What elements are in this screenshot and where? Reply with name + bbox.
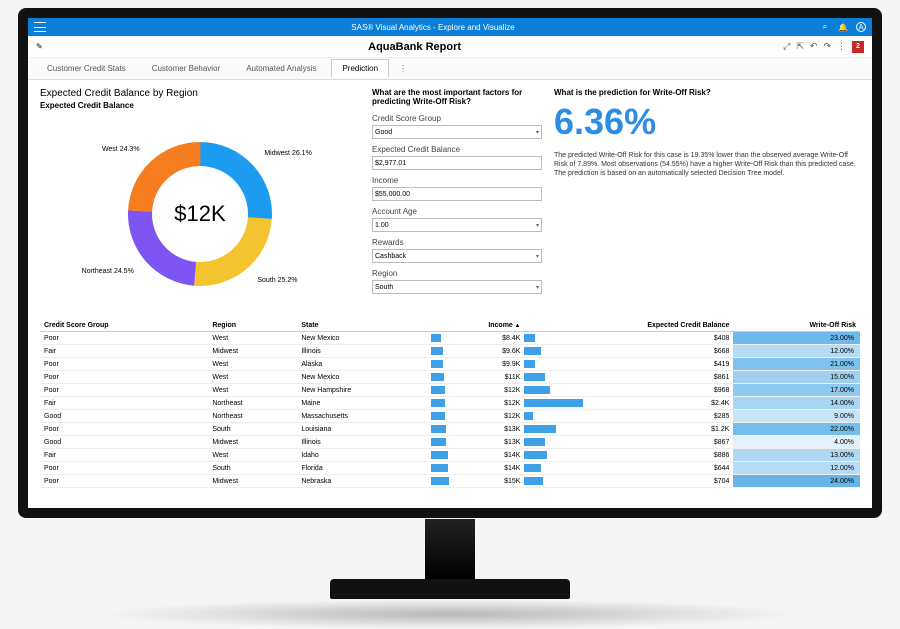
tab-customer-behavior[interactable]: Customer Behavior xyxy=(141,59,231,78)
table-row[interactable]: PoorSouthFlorida$14K$64412.00% xyxy=(40,462,860,475)
edit-icon[interactable]: ✎ xyxy=(36,42,46,51)
field-label: Region xyxy=(372,269,542,278)
field-income[interactable]: $55,000.00 xyxy=(372,187,542,201)
report-title: AquaBank Report xyxy=(46,41,783,53)
sort-asc-icon: ▲ xyxy=(513,323,521,329)
table-row[interactable]: FairMidwestIllinois$9.6K$66812.00% xyxy=(40,345,860,358)
report-header: ✎ AquaBank Report ⤢ ⇱ ↶ ↷ ⋮ 2 xyxy=(28,36,872,58)
table-row[interactable]: FairNortheastMaine$12K$2.4K14.00% xyxy=(40,397,860,410)
table-row[interactable]: GoodNortheastMassachusetts$12K$2859.00% xyxy=(40,410,860,423)
app-title: SAS® Visual Analytics - Explore and Visu… xyxy=(46,23,820,32)
chevron-down-icon: ▾ xyxy=(536,284,539,291)
table-row[interactable]: PoorSouthLouisiana$13K$1.2K22.00% xyxy=(40,423,860,436)
field-expected-credit-balance[interactable]: $2,977.01 xyxy=(372,156,542,170)
chart-subtitle: Expected Credit Balance xyxy=(40,101,360,110)
prediction-question: What is the prediction for Write-Off Ris… xyxy=(554,88,860,97)
donut-label-northeast: Northeast 24.5% xyxy=(74,268,134,275)
chart-title: Expected Credit Balance by Region xyxy=(40,88,360,99)
donut-center-value: $12K xyxy=(174,201,225,227)
donut-label-west: West 24.3% xyxy=(80,146,140,153)
donut-label-south: South 25.2% xyxy=(257,277,297,284)
col-header[interactable]: Write-Off Risk xyxy=(733,320,860,332)
col-header[interactable]: Expected Credit Balance xyxy=(524,320,733,332)
donut-slice-south[interactable] xyxy=(194,217,272,286)
table-row[interactable]: PoorWestNew Mexico$11K$86115.00% xyxy=(40,371,860,384)
tab-more-icon[interactable]: ⋮ xyxy=(393,60,413,77)
field-region[interactable]: South▾ xyxy=(372,280,542,294)
col-header[interactable]: Credit Score Group xyxy=(40,320,208,332)
factors-panel: What are the most important factors for … xyxy=(372,88,542,312)
prediction-value: 6.36% xyxy=(554,101,860,143)
export-icon[interactable]: ⇱ xyxy=(796,41,804,52)
prediction-panel: What is the prediction for Write-Off Ris… xyxy=(554,88,860,312)
table-row[interactable]: FairWestIdaho$14K$88613.00% xyxy=(40,449,860,462)
table-row[interactable]: GoodMidwestIllinois$13K$8674.00% xyxy=(40,436,860,449)
prediction-description: The predicted Write-Off Risk for this ca… xyxy=(554,151,860,178)
notification-badge[interactable]: 2 xyxy=(852,41,864,53)
table-row[interactable]: PoorWestAlaska$9.9K$41921.00% xyxy=(40,358,860,371)
chevron-down-icon: ▾ xyxy=(536,129,539,136)
data-table-panel: Credit Score GroupRegionStateIncome ▲Exp… xyxy=(28,320,872,508)
field-label: Expected Credit Balance xyxy=(372,145,542,154)
undo-icon[interactable]: ↶ xyxy=(810,41,818,52)
chevron-down-icon: ▾ xyxy=(536,253,539,260)
col-header[interactable]: Income ▲ xyxy=(431,320,524,332)
field-label: Rewards xyxy=(372,238,542,247)
tab-bar: Customer Credit Stats Customer Behavior … xyxy=(28,58,872,80)
hamburger-icon[interactable] xyxy=(34,22,46,32)
more-icon[interactable]: ⋮ xyxy=(837,41,846,52)
table-row[interactable]: PoorWestNew Hampshire$12K$96817.00% xyxy=(40,384,860,397)
expand-icon[interactable]: ⤢ xyxy=(783,41,790,52)
col-header[interactable]: Region xyxy=(208,320,297,332)
donut-label-midwest: Midwest 26.1% xyxy=(264,150,311,157)
tab-automated-analysis[interactable]: Automated Analysis xyxy=(235,59,327,78)
search-icon[interactable]: ⌕ xyxy=(820,22,830,32)
tab-prediction[interactable]: Prediction xyxy=(331,59,389,78)
field-account-age[interactable]: 1.00▾ xyxy=(372,218,542,232)
table-row[interactable]: PoorWestNew Mexico$8.4K$40823.00% xyxy=(40,332,860,345)
data-table: Credit Score GroupRegionStateIncome ▲Exp… xyxy=(40,320,860,488)
table-row[interactable]: PoorMidwestNebraska$15K$70424.00% xyxy=(40,475,860,488)
tab-customer-credit-stats[interactable]: Customer Credit Stats xyxy=(36,59,137,78)
field-label: Credit Score Group xyxy=(372,114,542,123)
chevron-down-icon: ▾ xyxy=(536,222,539,229)
bell-icon[interactable]: 🔔 xyxy=(838,22,848,32)
redo-icon[interactable]: ↷ xyxy=(823,41,831,52)
field-credit-score-group[interactable]: Good▾ xyxy=(372,125,542,139)
donut-chart-panel: Expected Credit Balance by Region Expect… xyxy=(40,88,360,312)
factors-question: What are the most important factors for … xyxy=(372,88,542,106)
avatar[interactable]: A xyxy=(856,22,866,32)
field-label: Income xyxy=(372,176,542,185)
field-rewards[interactable]: Cashback▾ xyxy=(372,249,542,263)
app-titlebar: SAS® Visual Analytics - Explore and Visu… xyxy=(28,18,872,36)
col-header[interactable]: State xyxy=(297,320,431,332)
field-label: Account Age xyxy=(372,207,542,216)
